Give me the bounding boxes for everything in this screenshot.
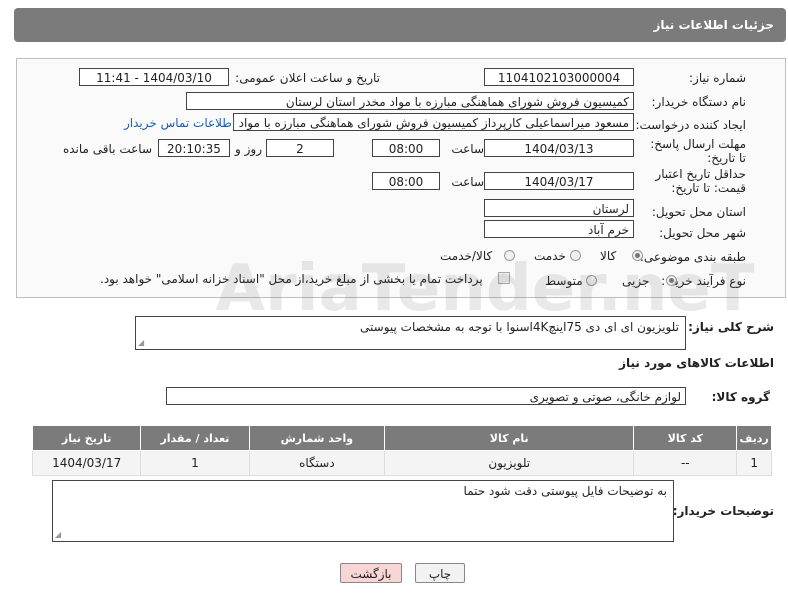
cell-qty: 1: [140, 450, 250, 476]
creator-field[interactable]: مسعود میراسماعیلی کارپرداز کمیسیون فروش …: [233, 113, 634, 131]
col-code: کد کالا: [633, 425, 738, 451]
description-label: شرح کلی نیاز:: [688, 320, 774, 334]
table-row: 1 -- تلویزیون دستگاه 1 1404/03/17: [31, 450, 772, 476]
days-label: روز و: [235, 142, 262, 156]
reply-deadline-label: مهلت ارسال پاسخ: تا تاریخ:: [650, 137, 746, 165]
remaining-label: ساعت باقی مانده: [62, 142, 152, 156]
category-goods-label: کالا: [600, 249, 617, 263]
validity-label: حداقل تاریخ اعتبار قیمت: تا تاریخ:: [655, 167, 746, 195]
cell-code: --: [633, 450, 738, 476]
purchase-minor-label: جزیی: [622, 274, 650, 288]
col-unit: واحد شمارش: [248, 425, 386, 451]
city-label: شهر محل تحویل:: [659, 226, 746, 240]
purchase-medium-radio[interactable]: [586, 275, 597, 286]
reply-time-field[interactable]: 08:00: [372, 139, 440, 157]
province-label: استان محل تحویل:: [651, 205, 746, 219]
category-goods-radio[interactable]: [632, 250, 643, 261]
category-both-radio[interactable]: [504, 250, 515, 261]
validity-time-label: ساعت: [451, 175, 484, 189]
resize-handle-icon[interactable]: ◢: [138, 338, 144, 347]
buyer-notes-field[interactable]: به توضیحات فایل پیوستی دقت شود حتما ◢: [52, 480, 674, 542]
cell-unit: دستگاه: [248, 450, 386, 476]
purchase-medium-label: متوسط: [545, 274, 583, 288]
goods-group-field[interactable]: لوازم خانگی، صوتی و تصویری: [166, 387, 686, 405]
category-label: طبقه بندی موضوعی:: [639, 250, 746, 264]
goods-section-title: اطلاعات کالاهای مورد نیاز: [619, 356, 774, 370]
col-date: تاریخ نیاز: [31, 425, 142, 451]
back-button[interactable]: بازگشت: [340, 563, 402, 583]
reply-date-field[interactable]: 1404/03/13: [484, 139, 634, 157]
category-service-label: خدمت: [534, 249, 566, 263]
category-service-radio[interactable]: [570, 250, 581, 261]
reply-time-label: ساعت: [451, 142, 484, 156]
goods-table: ردیف کد کالا نام کالا واحد شمارش تعداد /…: [31, 425, 772, 476]
buyer-notes-label: توضیحات خریدار:: [672, 504, 774, 518]
page-title: جزئیات اطلاعات نیاز: [653, 18, 774, 32]
description-field[interactable]: تلویزیون ای ای دی 75اینچ4Kاسنوا با توجه …: [135, 316, 686, 350]
col-qty: تعداد / مقدار: [140, 425, 250, 451]
page-header: جزئیات اطلاعات نیاز: [14, 8, 786, 42]
cell-date: 1404/03/17: [31, 450, 142, 476]
validity-time-field[interactable]: 08:00: [372, 172, 440, 190]
buyer-org-field[interactable]: کمیسیون فروش شورای هماهنگی مبارزه با موا…: [186, 92, 634, 110]
purchase-minor-radio[interactable]: [666, 275, 677, 286]
validity-date-field[interactable]: 1404/03/17: [484, 172, 634, 190]
announce-label: تاریخ و ساعت اعلان عمومی:: [235, 71, 380, 85]
province-field[interactable]: لرستان: [484, 199, 634, 217]
description-text: تلویزیون ای ای دی 75اینچ4Kاسنوا با توجه …: [360, 320, 679, 334]
contact-buyer-link[interactable]: اطلاعات تماس خریدار: [124, 116, 235, 130]
need-number-field[interactable]: 1104102103000004: [484, 68, 634, 86]
cell-row: 1: [736, 450, 772, 476]
need-number-label: شماره نیاز:: [689, 71, 746, 85]
buyer-org-label: نام دستگاه خریدار:: [651, 95, 747, 109]
resize-handle-icon[interactable]: ◢: [55, 530, 61, 539]
table-header-row: ردیف کد کالا نام کالا واحد شمارش تعداد /…: [31, 425, 772, 451]
goods-group-label: گروه کالا:: [711, 390, 770, 404]
cell-name: تلویزیون: [384, 450, 635, 476]
city-field[interactable]: خرم آباد: [484, 220, 634, 238]
category-both-label: کالا/خدمت: [440, 249, 493, 263]
treasury-checkbox[interactable]: [498, 272, 510, 284]
col-name: نام کالا: [384, 425, 635, 451]
col-row: ردیف: [736, 425, 772, 451]
buyer-notes-text: به توضیحات فایل پیوستی دقت شود حتما: [463, 484, 667, 498]
creator-label: ایجاد کننده درخواست:: [635, 118, 746, 132]
announce-field[interactable]: 1404/03/10 - 11:41: [79, 68, 229, 86]
remaining-time-field[interactable]: 20:10:35: [158, 139, 230, 157]
print-button[interactable]: چاپ: [415, 563, 465, 583]
days-field[interactable]: 2: [266, 139, 334, 157]
treasury-note: پرداخت تمام یا بخشی از مبلغ خرید،از محل …: [100, 272, 483, 286]
